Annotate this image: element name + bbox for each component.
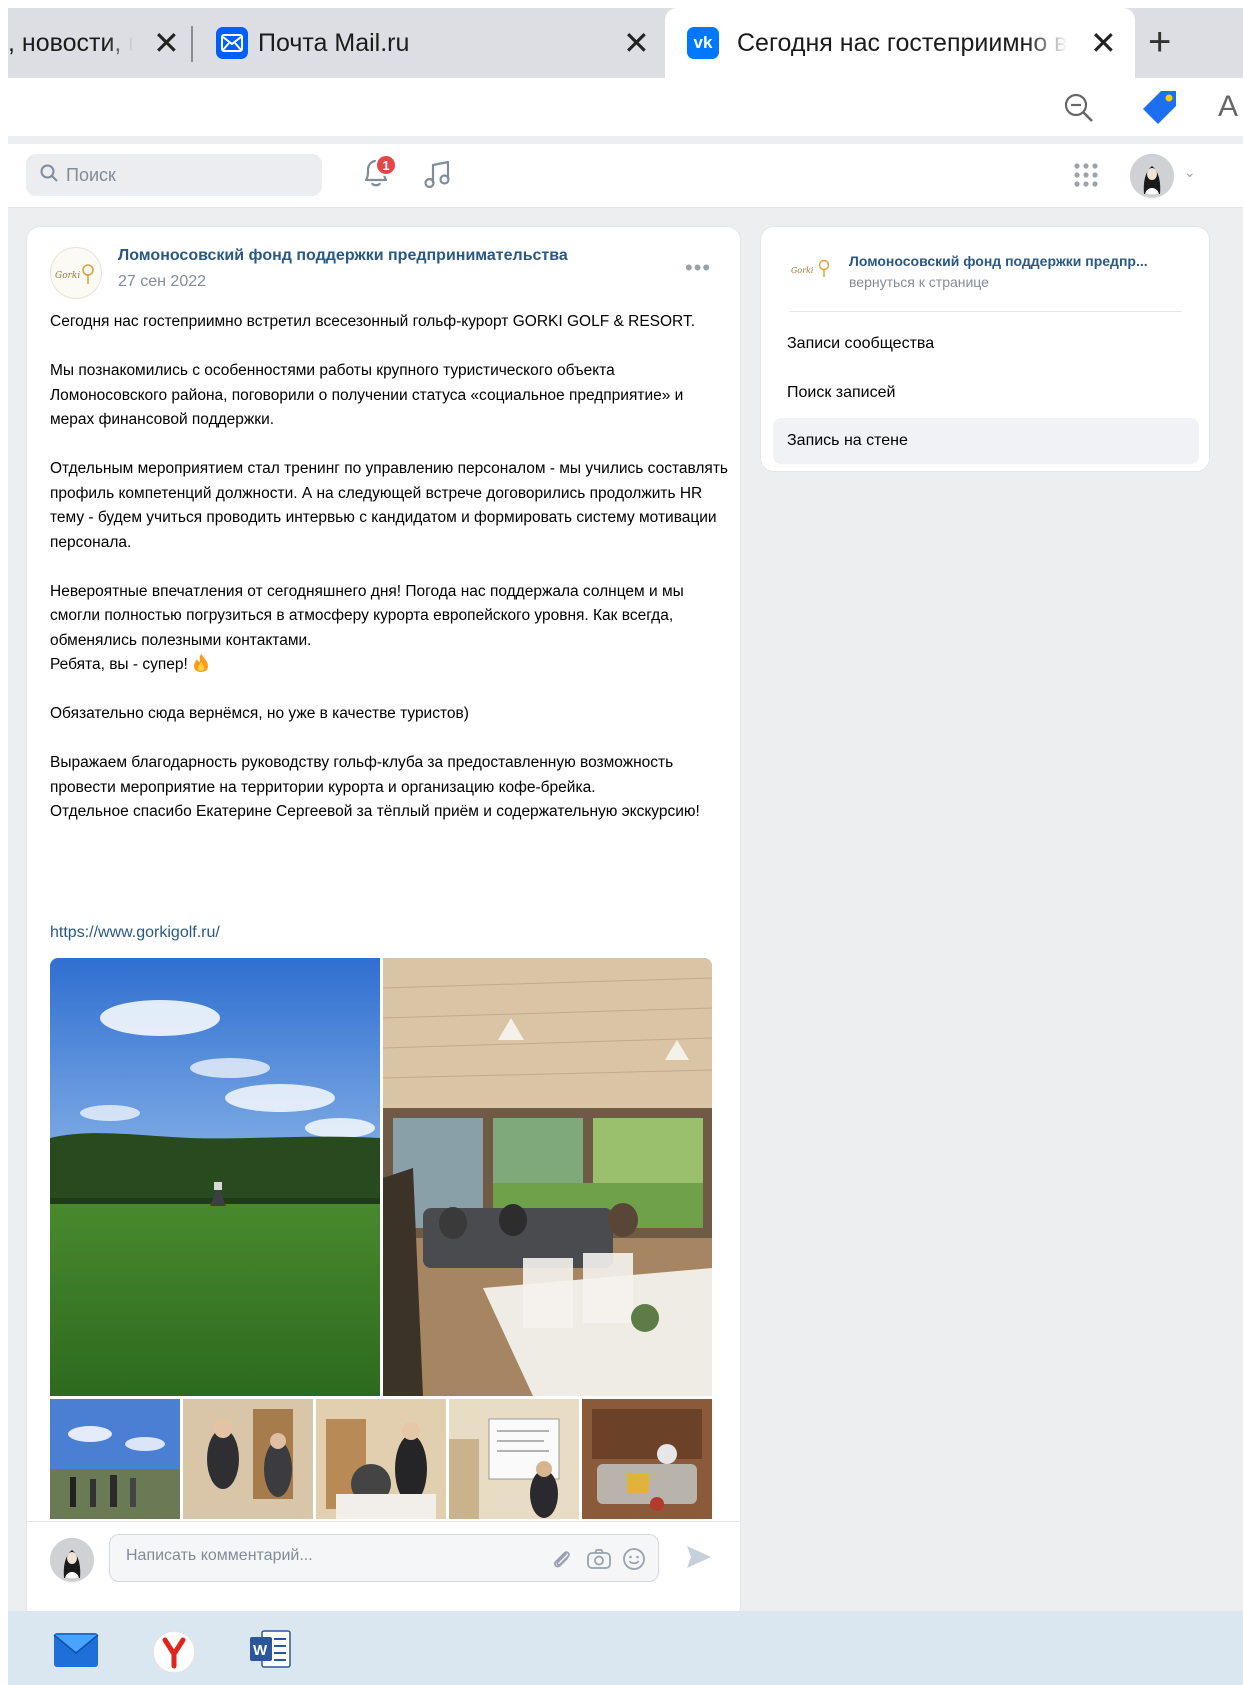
whiteboard-photo[interactable] <box>449 1399 579 1519</box>
search-icon <box>40 164 58 187</box>
chevron-down-icon[interactable]: ⌄ <box>1184 164 1196 181</box>
browser-tab-strip: , новости, п ✕ Почта Mail.ru ✕ vk Сегодн… <box>8 8 1243 78</box>
post-date[interactable]: 27 сен 2022 <box>118 273 206 291</box>
post-paragraph-with-emoji: Ребята, вы - супер! <box>50 653 730 678</box>
tab-separator <box>191 26 193 62</box>
close-icon[interactable]: ✕ <box>1090 27 1117 59</box>
post-text: Сегодня нас гостеприимно встретил всесез… <box>50 310 730 849</box>
new-tab-button[interactable]: + <box>1148 22 1171 62</box>
browser-toolbar: A <box>8 78 1243 136</box>
notifications-button[interactable]: 1 <box>361 154 401 196</box>
close-icon[interactable]: ✕ <box>153 27 180 59</box>
vk-header: 1 ⌄ <box>8 144 1243 208</box>
emoji-smile-icon[interactable] <box>622 1547 646 1576</box>
reader-mode-label[interactable]: A <box>1218 90 1238 124</box>
community-name-link[interactable]: Ломоносовский фонд поддержки предпр... <box>849 253 1189 269</box>
more-options-icon[interactable]: ••• <box>685 257 711 279</box>
post-paragraph: Выражаем благодарность руководству гольф… <box>50 754 674 796</box>
divider <box>789 311 1182 312</box>
close-icon[interactable]: ✕ <box>623 27 650 59</box>
vk-favicon-icon: vk <box>687 27 719 59</box>
tab-title: Почта Mail.ru <box>258 28 410 57</box>
word-app-icon[interactable]: W <box>248 1629 292 1674</box>
post-paragraph: Сегодня нас гостеприимно встретил всесез… <box>50 313 696 330</box>
tab-title: Сегодня нас гостеприимно встр <box>737 28 1067 57</box>
sidebar-item-label: Запись на стене <box>787 432 908 449</box>
post-link[interactable]: https://www.gorkigolf.ru/ <box>50 924 220 942</box>
meeting-room-photo[interactable] <box>383 958 712 1396</box>
comment-field[interactable] <box>109 1534 659 1582</box>
yandex-browser-icon[interactable] <box>151 1629 197 1680</box>
browser-tab-vk[interactable]: vk Сегодня нас гостеприимно встр ✕ <box>665 8 1135 78</box>
comment-input[interactable] <box>126 1547 526 1565</box>
mail-app-icon[interactable] <box>52 1629 100 1674</box>
fire-emoji-icon <box>192 653 210 673</box>
sidebar-item-label: Записи сообщества <box>787 335 935 352</box>
comment-bar <box>27 1521 740 1596</box>
outdoor-group-photo[interactable] <box>50 1399 180 1519</box>
search-box[interactable] <box>26 154 322 196</box>
post-paragraph: Отдельное спасибо Екатерине Сергеевой за… <box>50 803 700 820</box>
search-input[interactable] <box>66 164 306 186</box>
vk-page: 1 ⌄ Gorki Ломоносовский фонд поддержки п… <box>8 136 1243 1621</box>
interior-photo[interactable] <box>582 1399 712 1519</box>
tab-title: , новости, п <box>8 28 133 57</box>
paperclip-icon[interactable] <box>550 1547 574 1576</box>
golf-course-photo[interactable] <box>50 958 380 1396</box>
post-paragraph: Невероятные впечатления от сегодняшнего … <box>50 582 684 649</box>
notification-badge: 1 <box>375 154 397 176</box>
zoom-out-icon[interactable] <box>1063 92 1095 129</box>
svg-text:Gorki: Gorki <box>791 266 814 275</box>
post-paragraph: Ребята, вы - супер! <box>50 656 188 673</box>
camera-icon[interactable] <box>586 1547 612 1576</box>
community-avatar[interactable]: Gorki <box>791 253 835 283</box>
workshop-photo[interactable] <box>316 1399 446 1519</box>
community-avatar[interactable]: Gorki <box>50 247 102 299</box>
post-paragraph: Обязательно сюда вернёмся, но уже в каче… <box>50 705 469 722</box>
sidebar-item-community-posts[interactable]: Записи сообщества <box>773 321 1199 367</box>
music-icon[interactable] <box>423 158 453 195</box>
send-icon[interactable] <box>685 1544 713 1575</box>
browser-tab-news[interactable]: , новости, п ✕ <box>8 8 188 78</box>
office-meeting-photo[interactable] <box>183 1399 313 1519</box>
svg-text:Gorki: Gorki <box>55 271 80 281</box>
os-taskbar: W <box>8 1611 1243 1685</box>
browser-tab-mail[interactable]: Почта Mail.ru ✕ <box>203 8 663 78</box>
back-to-page-link[interactable]: вернуться к странице <box>849 274 989 290</box>
post-author-link[interactable]: Ломоносовский фонд поддержки предпринима… <box>118 247 568 265</box>
apps-grid-icon[interactable] <box>1073 162 1099 193</box>
sidebar-item-wall-post[interactable]: Запись на стене <box>773 418 1199 464</box>
post-card: Gorki Ломоносовский фонд поддержки предп… <box>26 226 741 1621</box>
sidebar-item-label: Поиск записей <box>787 384 896 401</box>
post-paragraph: Мы познакомились с особенностями работы … <box>50 362 684 428</box>
avatar[interactable] <box>1130 154 1174 198</box>
mail-favicon-icon <box>216 27 248 59</box>
avatar[interactable] <box>50 1538 94 1582</box>
sidebar-item-search-posts[interactable]: Поиск записей <box>773 370 1199 416</box>
sidebar-menu: Gorki Ломоносовский фонд поддержки предп… <box>760 226 1210 472</box>
post-paragraph: Отдельным мероприятием стал тренинг по у… <box>50 460 728 551</box>
tag-icon[interactable] <box>1141 88 1179 131</box>
svg-text:W: W <box>253 1642 268 1659</box>
